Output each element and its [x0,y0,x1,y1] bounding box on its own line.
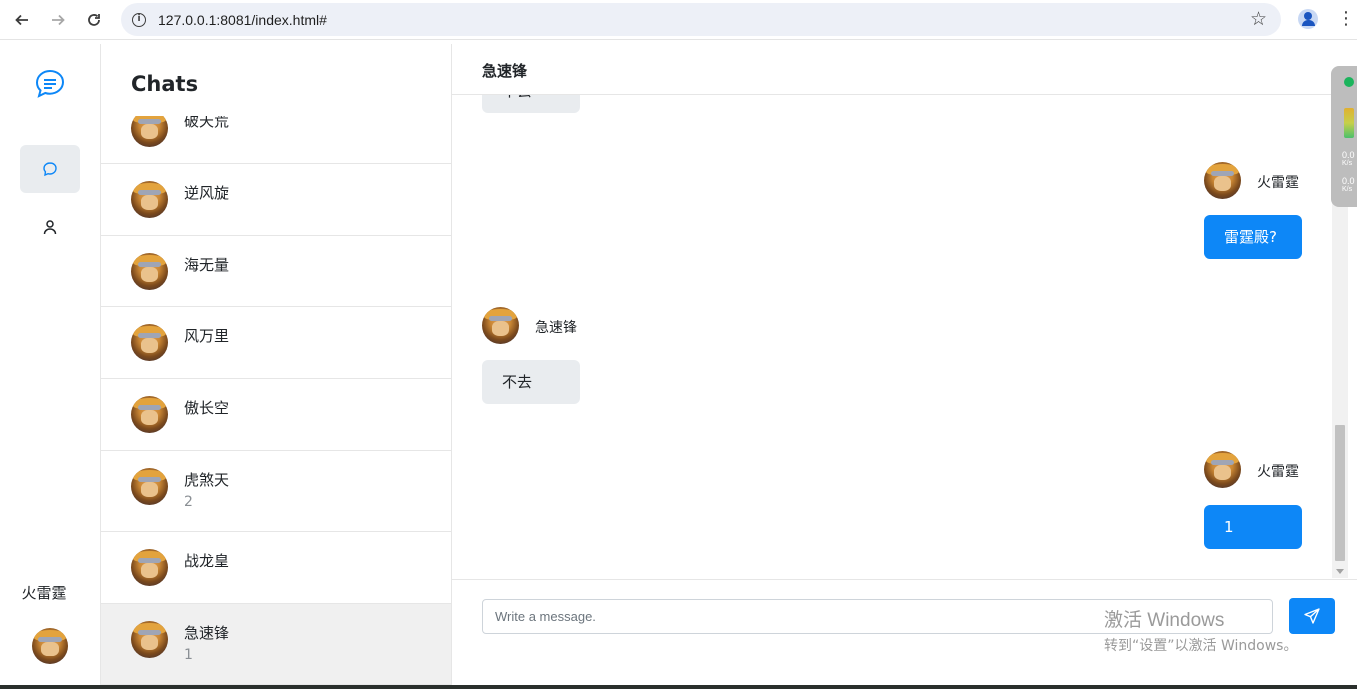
contact-avatar [131,468,168,505]
conversation-header: 急速锋 [452,44,1332,95]
site-info-icon[interactable]: i [132,12,146,27]
chat-list-item[interactable]: 傲长空 [101,379,451,451]
upload-unit: K/s [1342,160,1353,167]
contact-name: 破天荒 [184,116,230,130]
sender-avatar [1204,162,1241,199]
contact-name: 傲长空 [184,399,230,417]
message-bubble-incoming: 不去 [482,95,580,113]
scroll-down-icon[interactable] [1336,569,1344,574]
contact-avatar [131,116,168,147]
chat-list-item-active[interactable]: 急速锋 1 [101,604,451,685]
message-input[interactable] [482,599,1273,634]
chat-list-item[interactable]: 逆风旋 [101,164,451,236]
contact-avatar [131,253,168,290]
sender-avatar [482,307,519,344]
profile-icon[interactable] [1298,9,1318,29]
sender-name: 急速锋 [535,320,577,336]
send-icon [1304,608,1320,624]
chat-list-item[interactable]: 海无量 [101,236,451,307]
upload-speed: 0.0 [1342,150,1355,160]
status-dot-icon [1344,77,1354,87]
contact-avatar [131,549,168,586]
nav-contacts-button[interactable] [20,203,80,251]
download-unit: K/s [1342,186,1353,193]
usage-meter [1344,108,1354,138]
sender-avatar [1204,451,1241,488]
current-user-name: 火雷霆 [21,584,67,602]
current-user-avatar[interactable] [32,628,68,664]
user-icon [43,220,57,235]
chat-list-item[interactable]: 风万里 [101,307,451,379]
download-speed: 0.0 [1342,176,1355,186]
contact-name: 急速锋 [184,624,230,642]
conversation-title: 急速锋 [482,62,528,80]
message-bubble-outgoing: 1 [1204,505,1302,549]
message-composer [452,579,1357,685]
sender-name: 火雷霆 [1257,464,1299,480]
contact-name: 逆风旋 [184,184,230,202]
bookmark-star-icon[interactable]: ☆ [1250,8,1267,30]
browser-menu-icon[interactable]: ⋮ [1337,9,1355,29]
sender-name: 火雷霆 [1257,175,1299,191]
reload-icon[interactable] [82,8,106,32]
contact-avatar [131,181,168,218]
chat-list-panel: Chats 破天荒 逆风旋 海无量 风万里 傲长空 虎煞天 2 战龙皇 急速锋 … [101,44,452,685]
contact-avatar [131,621,168,658]
back-icon[interactable] [10,8,34,32]
chat-list-item[interactable]: 虎煞天 2 [101,451,451,532]
nav-rail: 火雷霆 [0,44,101,685]
unread-count: 2 [184,494,193,510]
chat-list-item[interactable]: 破天荒 [101,116,451,164]
message-list[interactable]: 不去 火雷霆 雷霆殿? 急速锋 不去 火雷霆 1 [452,95,1332,579]
nav-chats-button[interactable] [20,145,80,193]
browser-toolbar: i 127.0.0.1:8081/index.html# ☆ ⋮ [0,0,1357,40]
chat-list-title: Chats [131,72,199,96]
send-button[interactable] [1289,598,1335,634]
contact-name: 风万里 [184,327,230,345]
contact-name: 战龙皇 [184,552,230,570]
address-bar[interactable]: i 127.0.0.1:8081/index.html# ☆ [121,3,1281,36]
chat-list[interactable]: 破天荒 逆风旋 海无量 风万里 傲长空 虎煞天 2 战龙皇 急速锋 1 [101,116,451,685]
app-logo-icon [34,68,66,100]
message-bubble-incoming: 不去 [482,360,580,404]
chat-bubble-icon [43,162,57,177]
taskbar [0,685,1357,689]
contact-avatar [131,396,168,433]
message-bubble-outgoing: 雷霆殿? [1204,215,1302,259]
chat-list-item[interactable]: 战龙皇 [101,532,451,604]
scrollbar-thumb[interactable] [1335,425,1345,561]
forward-icon[interactable] [46,8,70,32]
contact-avatar [131,324,168,361]
url-text[interactable]: 127.0.0.1:8081/index.html# [158,12,327,28]
contact-name: 海无量 [184,256,230,274]
network-speed-widget: 0.0 K/s 0.0 K/s [1331,66,1357,207]
contact-name: 虎煞天 [184,471,230,489]
unread-count: 1 [184,647,193,663]
